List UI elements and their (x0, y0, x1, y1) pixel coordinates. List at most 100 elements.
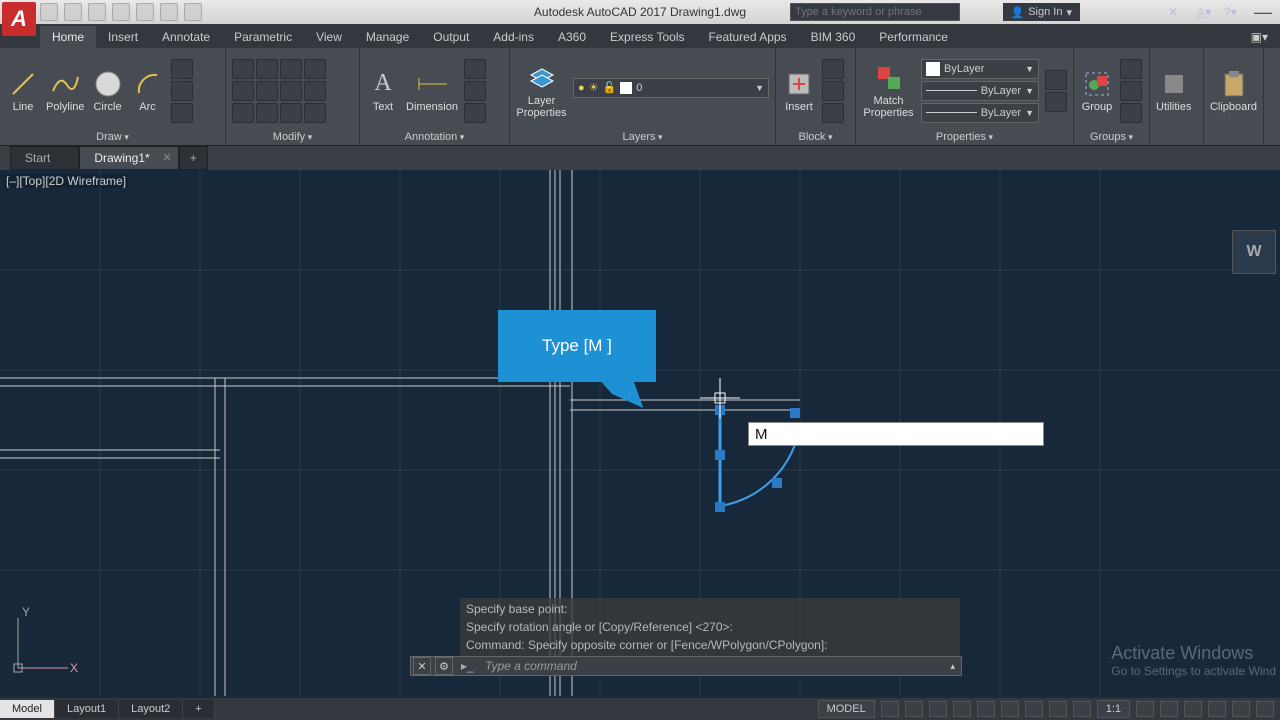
cleanscreen-icon[interactable] (1232, 701, 1250, 717)
lineweight-dropdown[interactable]: ByLayer▼ (921, 81, 1039, 101)
offset-icon[interactable] (304, 103, 326, 123)
group-button[interactable]: Group (1080, 69, 1114, 113)
tab-performance[interactable]: Performance (867, 26, 960, 48)
groupbbox-icon[interactable] (1120, 103, 1142, 123)
tab-addins[interactable]: Add-ins (481, 26, 546, 48)
lineweight-toggle-icon[interactable] (1025, 701, 1043, 717)
panel-draw-title[interactable]: Draw (6, 129, 219, 145)
hardware-icon[interactable] (1184, 701, 1202, 717)
search-input[interactable] (790, 3, 960, 21)
panel-layers-title[interactable]: Layers (516, 129, 769, 145)
prop-icon2[interactable] (1045, 92, 1067, 112)
tab-annotate[interactable]: Annotate (150, 26, 222, 48)
cmd-options-icon[interactable]: ⚙ (435, 657, 453, 675)
tab-insert[interactable]: Insert (96, 26, 150, 48)
polyline-button[interactable]: Polyline (46, 69, 85, 113)
tab-a360[interactable]: A360 (546, 26, 598, 48)
layout-tab-model[interactable]: Model (0, 700, 55, 718)
tab-expresstools[interactable]: Express Tools (598, 26, 696, 48)
layer-dropdown[interactable]: ● ☀ 🔓 0 ▼ (573, 78, 769, 98)
attr-icon[interactable] (822, 103, 844, 123)
tab-home[interactable]: Home (40, 26, 96, 48)
hatch-icon[interactable] (171, 103, 193, 123)
a360-icon[interactable]: ◬▾ (1196, 4, 1212, 20)
linetype-dropdown[interactable]: ByLayer▼ (921, 103, 1039, 123)
viewcube[interactable]: W (1232, 230, 1276, 274)
cmd-recent-icon[interactable]: ▴ (950, 661, 955, 672)
array-icon[interactable] (280, 103, 302, 123)
tab-manage[interactable]: Manage (354, 26, 421, 48)
transparency-toggle-icon[interactable] (1049, 701, 1067, 717)
clipboard-button[interactable]: Clipboard (1210, 69, 1257, 113)
doctab-new[interactable]: + (179, 146, 208, 170)
modelspace-toggle[interactable]: MODEL (818, 700, 875, 718)
exchange-icon[interactable]: ✕ (1168, 4, 1184, 20)
grid-toggle-icon[interactable] (881, 701, 899, 717)
stretch-icon[interactable] (232, 103, 254, 123)
qat-new-icon[interactable] (40, 3, 58, 21)
cmd-close-icon[interactable]: ✕ (413, 657, 431, 675)
tab-output[interactable]: Output (421, 26, 481, 48)
qat-undo-icon[interactable] (160, 3, 178, 21)
anno-scale[interactable]: 1:1 (1097, 700, 1130, 718)
polar-toggle-icon[interactable] (953, 701, 971, 717)
line-button[interactable]: Line (6, 69, 40, 113)
mirror-icon[interactable] (256, 81, 278, 101)
match-properties-button[interactable]: Match Properties (862, 63, 915, 119)
tab-view[interactable]: View (304, 26, 354, 48)
isolate-icon[interactable] (1208, 701, 1226, 717)
cycling-toggle-icon[interactable] (1073, 701, 1091, 717)
dimension-button[interactable]: Dimension (406, 69, 458, 113)
ungroup-icon[interactable] (1120, 59, 1142, 79)
doctab-start[interactable]: Start (10, 146, 79, 170)
text-button[interactable]: AText (366, 69, 400, 113)
layout-tab-layout2[interactable]: Layout2 (119, 700, 183, 718)
erase-icon[interactable] (304, 59, 326, 79)
help-icon[interactable]: ?▾ (1224, 4, 1240, 20)
prop-icon1[interactable] (1045, 70, 1067, 90)
explode-icon[interactable] (304, 81, 326, 101)
customize-icon[interactable] (1256, 701, 1274, 717)
groupedit-icon[interactable] (1120, 81, 1142, 101)
panel-modify-title[interactable]: Modify (232, 129, 353, 145)
dynamic-input[interactable]: M (748, 422, 1044, 446)
scale-icon[interactable] (256, 103, 278, 123)
layout-tab-layout1[interactable]: Layout1 (55, 700, 119, 718)
layout-tab-add[interactable]: + (183, 700, 214, 718)
osnap-toggle-icon[interactable] (977, 701, 995, 717)
edit-icon[interactable] (822, 81, 844, 101)
ellipse-icon[interactable] (171, 81, 193, 101)
qat-save-icon[interactable] (88, 3, 106, 21)
workspace-icon[interactable] (1136, 701, 1154, 717)
annomon-icon[interactable] (1160, 701, 1178, 717)
otrack-toggle-icon[interactable] (1001, 701, 1019, 717)
panel-block-title[interactable]: Block (782, 129, 849, 145)
signin-button[interactable]: 👤 Sign In ▾ (1003, 3, 1080, 21)
color-dropdown[interactable]: ByLayer▼ (921, 59, 1039, 79)
tab-featuredapps[interactable]: Featured Apps (697, 26, 799, 48)
minimize-button[interactable]: — (1254, 2, 1272, 23)
table-icon[interactable] (464, 81, 486, 101)
leader-icon[interactable] (464, 59, 486, 79)
create-icon[interactable] (822, 59, 844, 79)
close-icon[interactable]: ✕ (162, 151, 171, 164)
trim-icon[interactable] (280, 59, 302, 79)
panel-properties-title[interactable]: Properties (862, 129, 1067, 145)
utilities-button[interactable]: Utilities (1156, 69, 1191, 113)
tab-bim360[interactable]: BIM 360 (799, 26, 868, 48)
marker-icon[interactable] (464, 103, 486, 123)
panel-annotation-title[interactable]: Annotation (366, 129, 503, 145)
app-logo[interactable]: A (2, 2, 36, 36)
qat-saveas-icon[interactable] (112, 3, 130, 21)
circle-button[interactable]: Circle (91, 69, 125, 113)
qat-open-icon[interactable] (64, 3, 82, 21)
snap-toggle-icon[interactable] (905, 701, 923, 717)
fillet-icon[interactable] (280, 81, 302, 101)
panel-groups-title[interactable]: Groups (1080, 129, 1143, 145)
ortho-toggle-icon[interactable] (929, 701, 947, 717)
tab-parametric[interactable]: Parametric (222, 26, 304, 48)
move-icon[interactable] (232, 59, 254, 79)
qat-plot-icon[interactable] (136, 3, 154, 21)
insert-button[interactable]: Insert (782, 69, 816, 113)
rect-icon[interactable] (171, 59, 193, 79)
